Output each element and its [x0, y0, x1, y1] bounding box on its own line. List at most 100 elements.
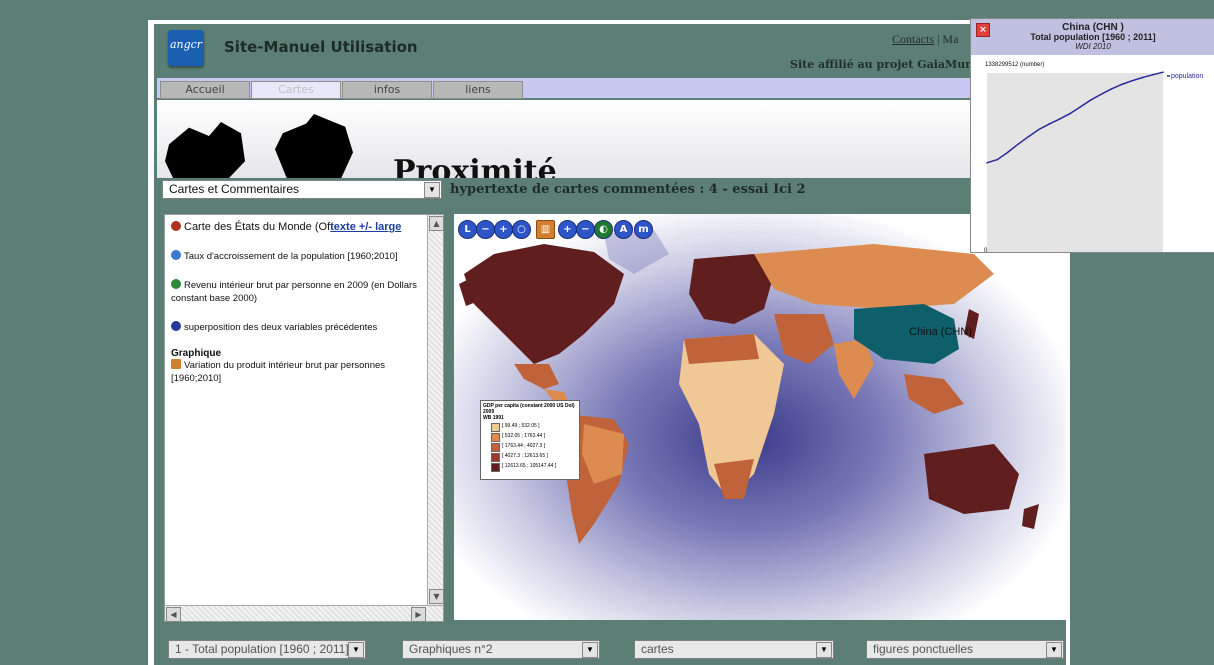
- chevron-down-icon[interactable]: ▼: [582, 642, 598, 658]
- data-point: [1110, 88, 1112, 90]
- figure-type-select-value: figures ponctuelles: [873, 642, 974, 656]
- bar-chart-icon[interactable]: ▥: [536, 220, 555, 239]
- top-links: Contacts | Ma: [892, 32, 958, 47]
- plot-area: [987, 73, 1163, 252]
- annotate-icon[interactable]: A: [614, 220, 633, 239]
- scroll-right-icon[interactable]: ▶: [411, 607, 426, 622]
- horizontal-scrollbar[interactable]: ◀ ▶: [165, 605, 443, 622]
- nav-menubar: Accueil Cartes infos liens: [157, 78, 1064, 99]
- text-size-link[interactable]: texte +/- large: [330, 221, 401, 233]
- data-point: [1100, 93, 1102, 96]
- chevron-down-icon[interactable]: ▼: [348, 642, 364, 658]
- y-max-label: 1338299512 (number): [985, 62, 1044, 68]
- top-links-rest: | Ma: [934, 32, 959, 46]
- shrink-icon[interactable]: −: [576, 220, 595, 239]
- legend-swatch: [491, 443, 500, 452]
- map-region-mexico: [514, 364, 559, 389]
- chevron-down-icon[interactable]: ▼: [424, 182, 440, 198]
- data-point: [996, 158, 999, 161]
- vertical-scrollbar[interactable]: ▲ ▼: [427, 215, 444, 606]
- chevron-down-icon[interactable]: ▼: [1046, 642, 1062, 658]
- legend-swatch: [491, 463, 500, 472]
- globe-icon: [171, 250, 181, 260]
- zoom-in-icon[interactable]: +: [494, 220, 513, 239]
- nav-accueil[interactable]: Accueil: [160, 81, 250, 99]
- data-point: [1017, 143, 1019, 145]
- banner-text: Proximité: [393, 154, 557, 178]
- site-logo[interactable]: angcr: [168, 30, 204, 66]
- map-type-select-value: cartes: [641, 642, 674, 656]
- list-item[interactable]: Revenu intérieur brut par personne en 20…: [171, 279, 419, 305]
- site-header: angcr Site-Manuel Utilisation Contacts |…: [154, 24, 1066, 74]
- list-item-text: Taux d'accroissement de la population [1…: [184, 251, 398, 262]
- population-chart: 1338299512 (number) 0 population: [984, 62, 1203, 252]
- list-item[interactable]: Carte des États du Monde (Oftexte +/- la…: [171, 221, 419, 234]
- chart-select[interactable]: Graphiques n°2 ▼: [402, 640, 600, 659]
- data-point: [1048, 123, 1050, 125]
- world-map-panel[interactable]: China (CHN) L − + ○ ▥ + − ◐ A m GDP per …: [454, 214, 1066, 620]
- legend-swatch: [491, 453, 500, 462]
- commentary-select-value: Cartes et Commentaires: [169, 182, 300, 196]
- list-item[interactable]: Taux d'accroissement de la population [1…: [171, 250, 419, 263]
- map-region-north-america: [464, 244, 624, 364]
- chart-select-value: Graphiques n°2: [409, 642, 493, 656]
- page-inner: angcr Site-Manuel Utilisation Contacts |…: [154, 24, 1066, 665]
- china-label: China (CHN): [909, 326, 972, 338]
- scroll-up-icon[interactable]: ▲: [429, 216, 444, 231]
- chevron-down-icon[interactable]: ▼: [816, 642, 832, 658]
- contacts-link[interactable]: Contacts: [892, 32, 934, 46]
- nav-liens[interactable]: liens: [433, 81, 523, 99]
- list-item-text: superposition des deux variables précéde…: [184, 322, 378, 333]
- data-point: [986, 162, 988, 164]
- population-chart-popup[interactable]: × China (CHN ) Total population [1960 ; …: [970, 18, 1214, 253]
- map-region-russia: [754, 244, 994, 309]
- data-point: [1131, 80, 1133, 82]
- layer-icon[interactable]: L: [458, 220, 477, 239]
- list-item[interactable]: Variation du produit intérieur brut par …: [171, 359, 419, 385]
- globe-icon: [171, 221, 181, 231]
- popup-header: × China (CHN ) Total population [1960 ; …: [971, 19, 1214, 55]
- scroll-down-icon[interactable]: ▼: [429, 589, 444, 604]
- data-point: [1069, 112, 1071, 115]
- popup-source: WDI 2010: [1075, 42, 1111, 51]
- data-point: [1079, 106, 1081, 108]
- data-point: [1141, 76, 1144, 79]
- legend-label: population: [1171, 73, 1203, 80]
- nav-infos[interactable]: infos: [342, 81, 432, 99]
- bar-chart-icon: [171, 359, 181, 369]
- map-region-australia: [924, 444, 1019, 514]
- expand-icon[interactable]: +: [558, 220, 577, 239]
- map-region-new-zealand: [1022, 504, 1039, 529]
- data-point: [1120, 83, 1123, 86]
- indicator-select[interactable]: 1 - Total population [1960 ; 2011] ▼: [168, 640, 366, 659]
- data-point: [1027, 135, 1030, 138]
- map-region-southeast-asia: [904, 374, 964, 414]
- banner-map-silhouette-2: [275, 114, 353, 178]
- legend-swatch: [491, 433, 500, 442]
- data-point: [1162, 71, 1164, 73]
- figure-type-select[interactable]: figures ponctuelles ▼: [866, 640, 1064, 659]
- data-point: [1006, 151, 1009, 154]
- banner: Proximité: [157, 100, 1064, 178]
- globe-icon[interactable]: ◐: [594, 220, 613, 239]
- data-point: [1089, 99, 1092, 101]
- commentary-select[interactable]: Cartes et Commentaires ▼: [162, 180, 442, 199]
- affiliation-text: Site affilié au projet GaiaMundi: [790, 58, 986, 71]
- search-icon[interactable]: ○: [512, 220, 531, 239]
- data-point: [1038, 128, 1040, 131]
- map-region-south-africa: [714, 459, 754, 499]
- map-type-select[interactable]: cartes ▼: [634, 640, 834, 659]
- scroll-left-icon[interactable]: ◀: [166, 607, 181, 622]
- globe-icon: [171, 279, 181, 289]
- nav-cartes[interactable]: Cartes: [251, 81, 341, 99]
- legend-title: GDP per capita (constant 2000 US Dol) 20…: [483, 403, 575, 421]
- measure-icon[interactable]: m: [634, 220, 653, 239]
- list-item-text: Carte des États du Monde (Of: [184, 221, 331, 233]
- list-item[interactable]: superposition des deux variables précéde…: [171, 321, 419, 334]
- list-item-text: Revenu intérieur brut par personne en 20…: [171, 280, 417, 304]
- map-region-north-africa: [684, 334, 759, 364]
- map-list-panel[interactable]: Carte des États du Monde (Oftexte +/- la…: [164, 214, 444, 622]
- map-region-middle-east: [774, 314, 834, 364]
- data-point: [1058, 118, 1061, 120]
- zoom-out-icon[interactable]: −: [476, 220, 495, 239]
